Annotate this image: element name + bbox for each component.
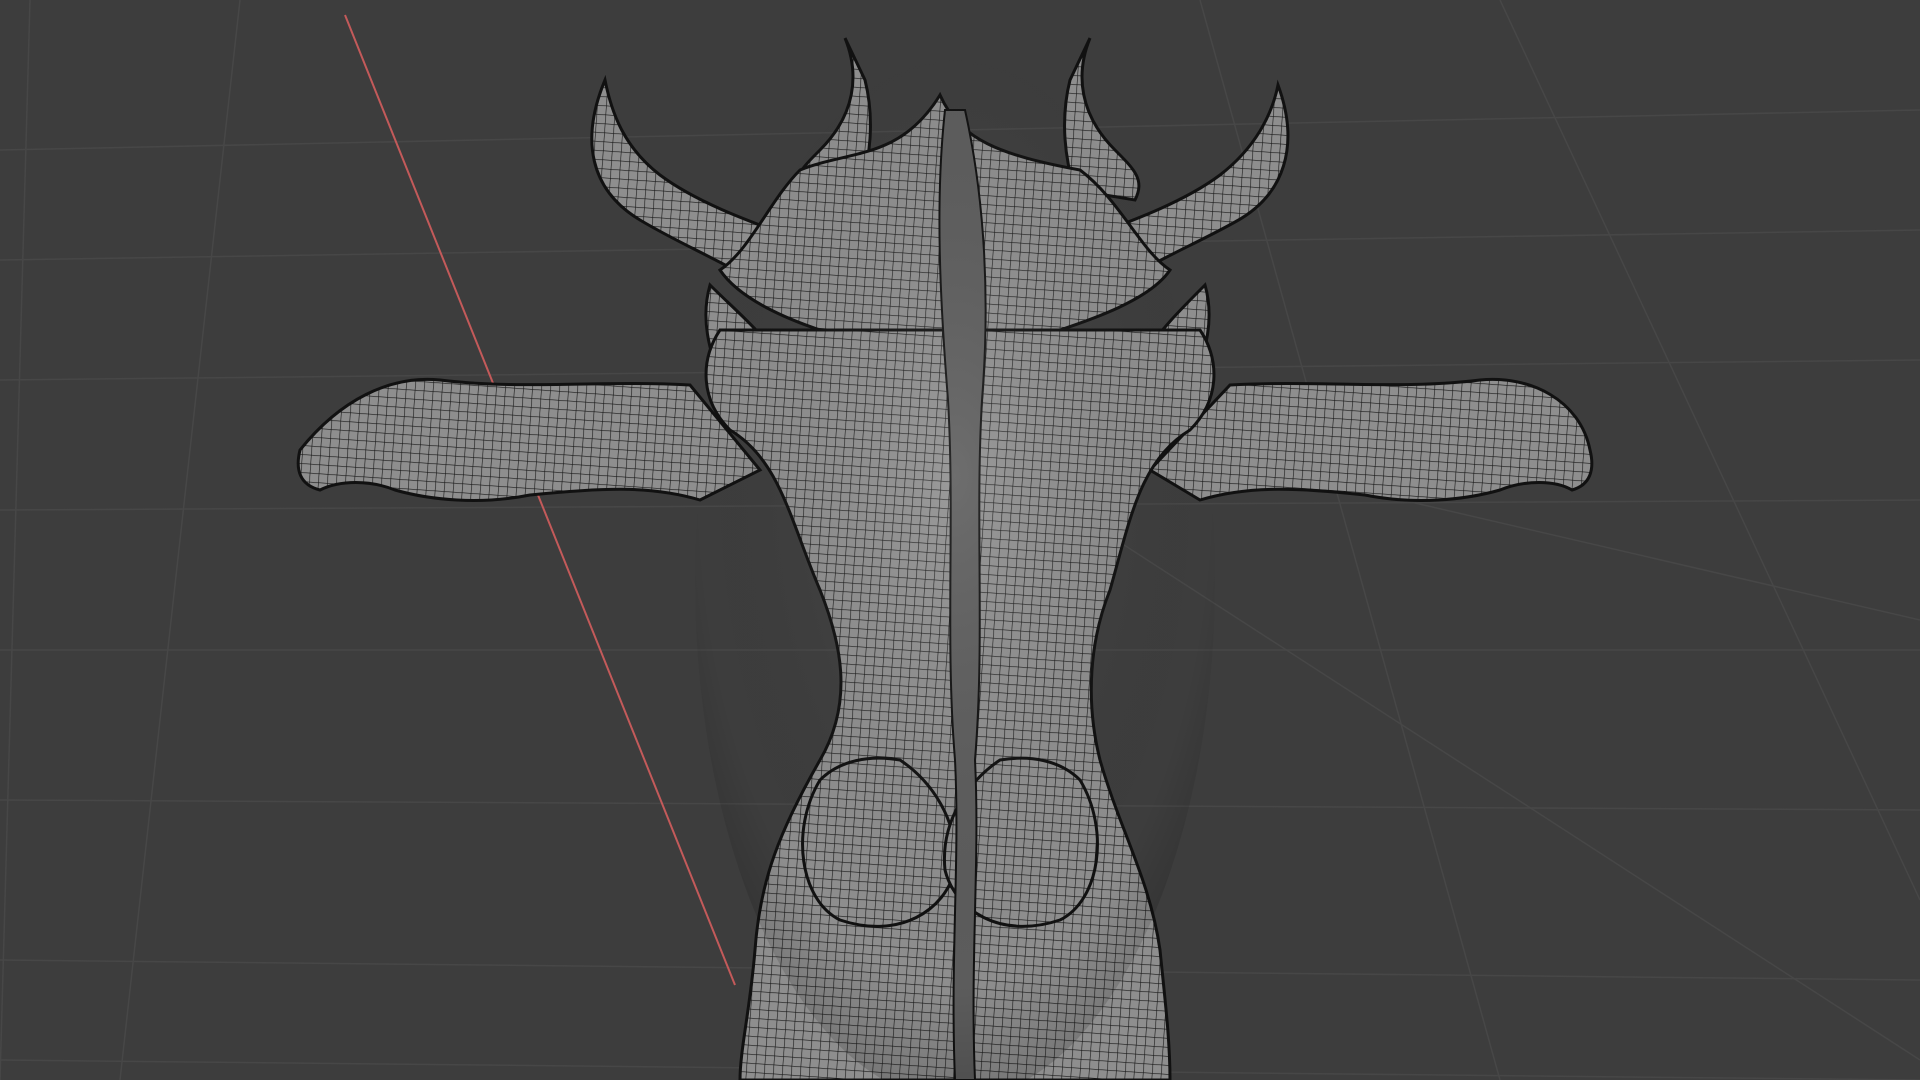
viewport-scene[interactable] [0,0,1920,1080]
3d-viewport[interactable] [0,0,1920,1080]
arm-left [296,377,763,502]
x-axis-line [344,14,736,986]
shading-overlay [695,60,1215,1080]
arm-right [1147,377,1594,502]
